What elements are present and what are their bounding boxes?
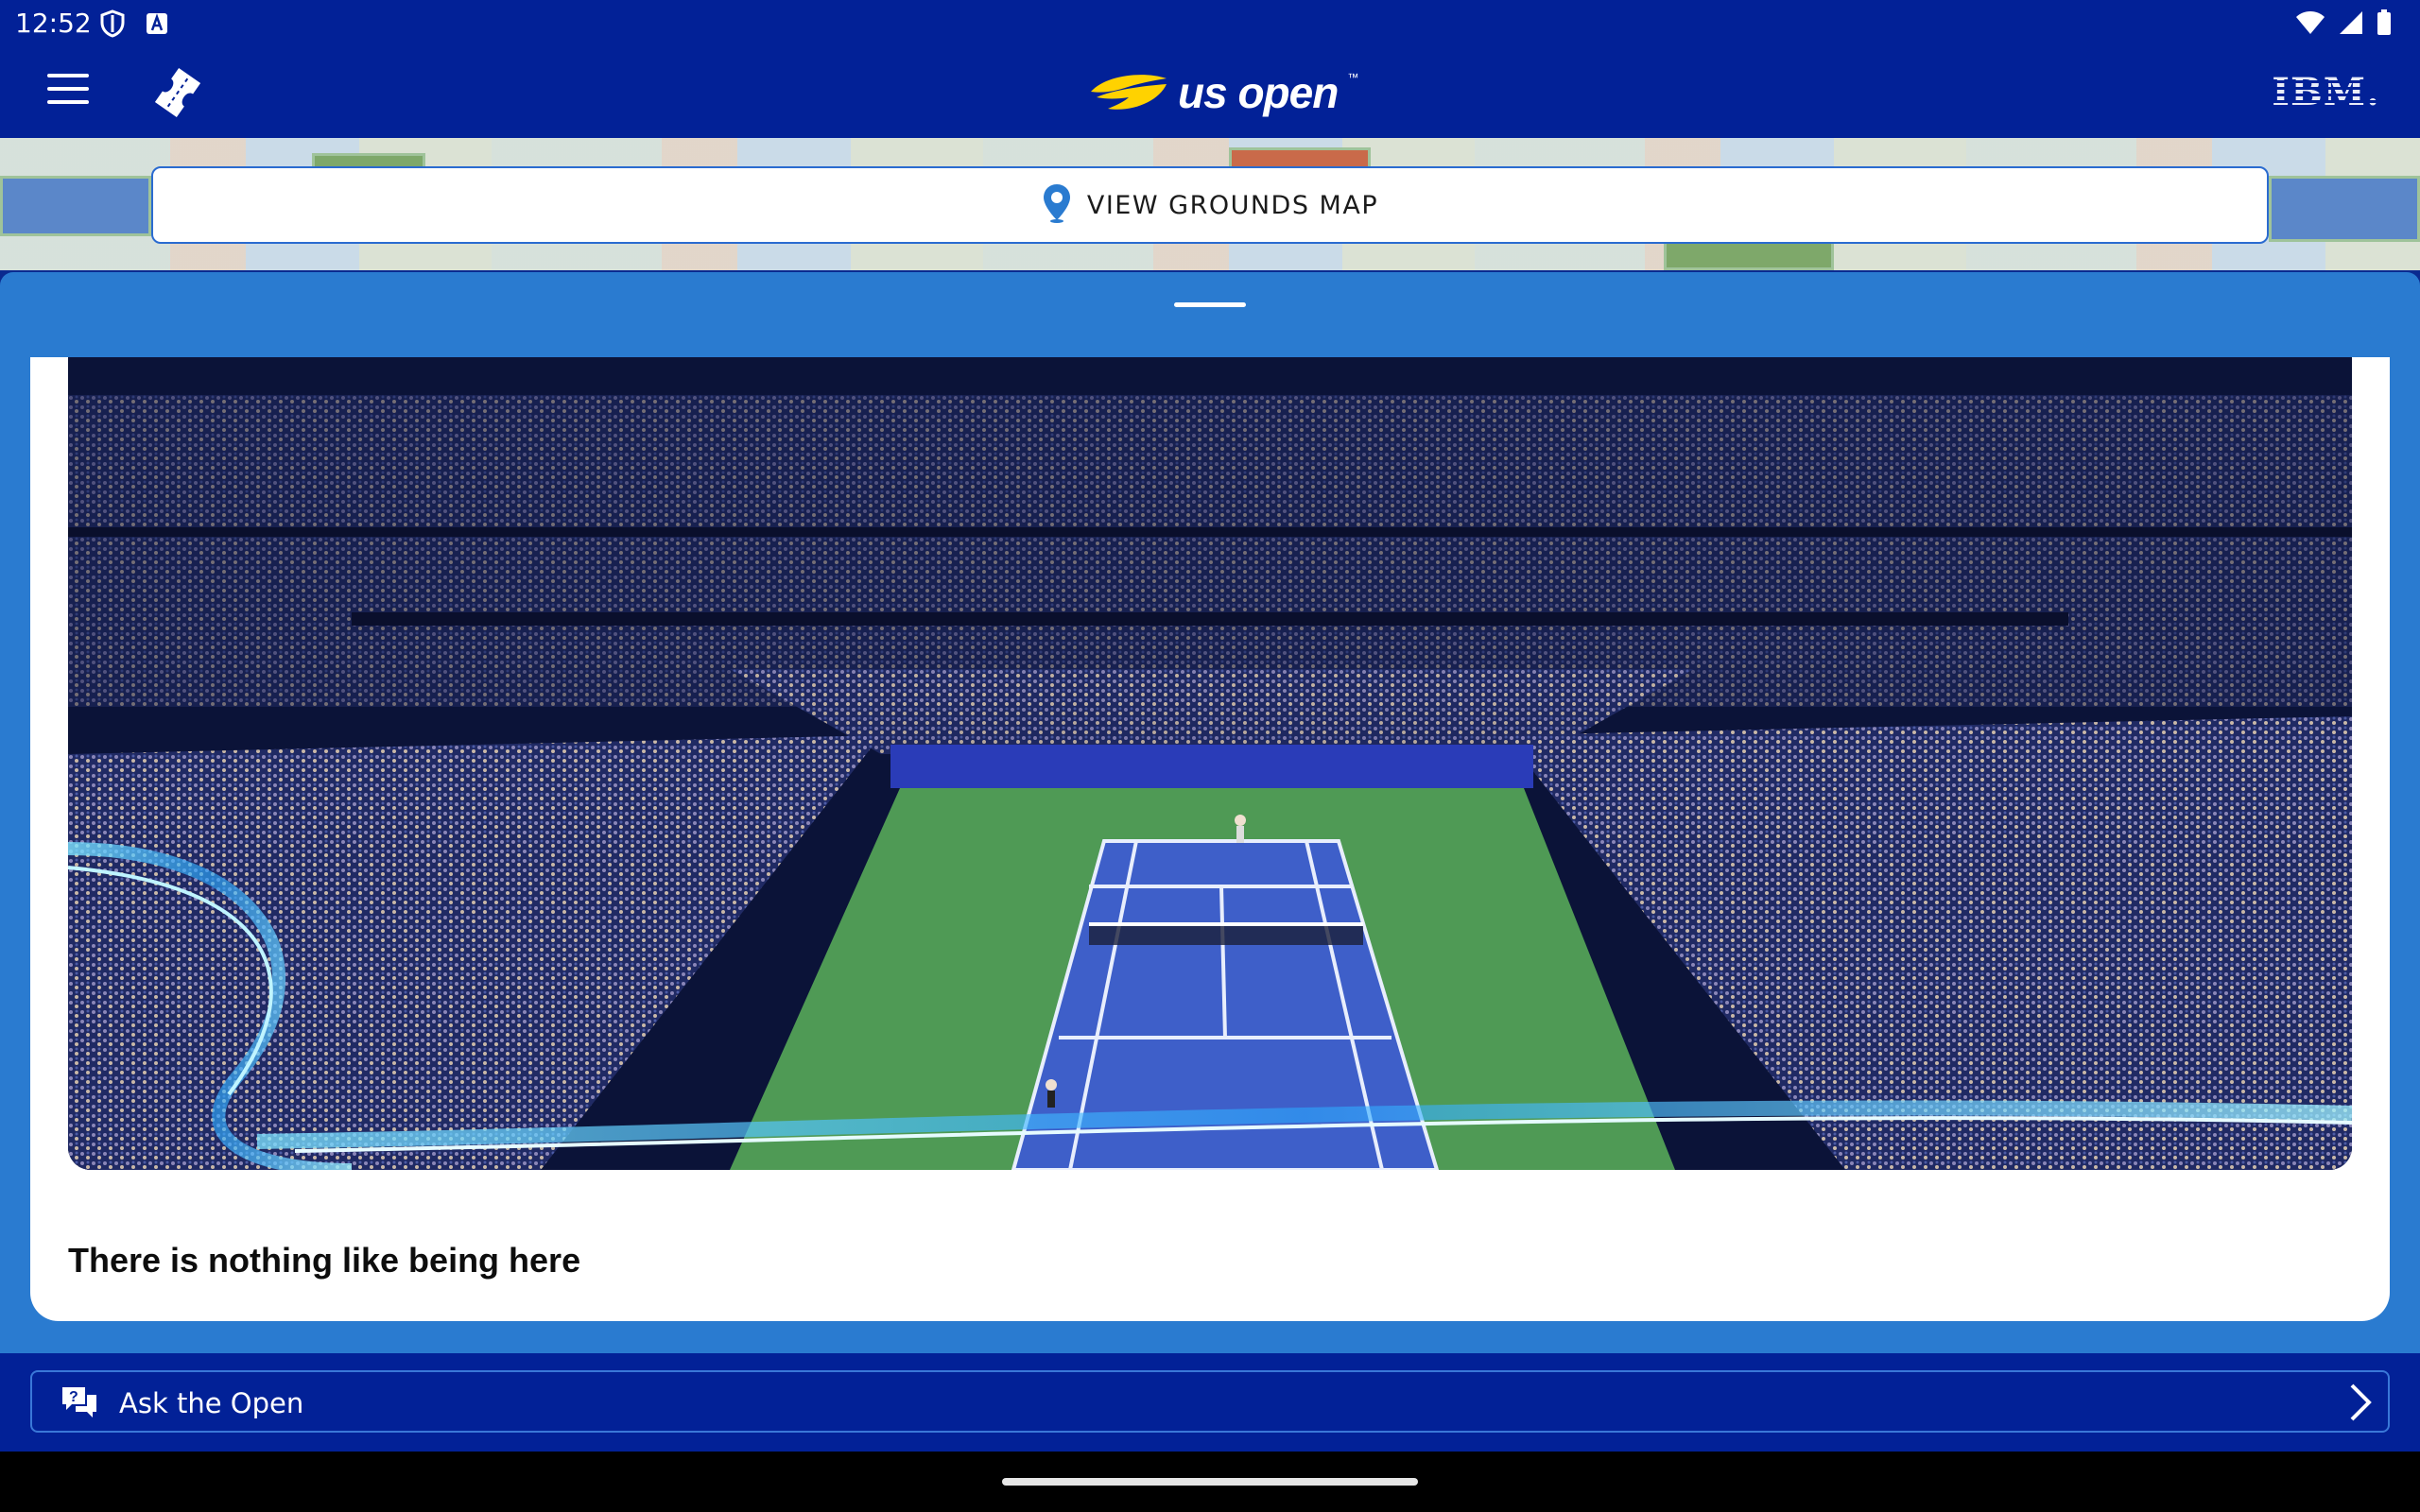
app-screen: 12:52 us open ™ IBM. VIEW GROUNDS MAP Th…	[0, 0, 2420, 1512]
ask-the-open-label: Ask the Open	[119, 1387, 304, 1419]
tennis-ball-swoosh-icon	[1091, 75, 1167, 110]
map-court	[2269, 176, 2420, 242]
status-bar: 12:52	[0, 0, 2420, 49]
home-indicator[interactable]	[1002, 1478, 1418, 1486]
shield-icon	[100, 9, 125, 43]
us-open-logo: us open ™	[1087, 62, 1358, 123]
status-right-icons	[2295, 9, 2392, 41]
svg-text:?: ?	[69, 1389, 78, 1405]
system-nav-bar	[0, 1452, 2420, 1512]
app-bar: us open ™ IBM.	[0, 49, 2420, 138]
ibm-logo[interactable]: IBM.	[2272, 70, 2380, 114]
ask-area: ? Ask the Open	[0, 1353, 2420, 1452]
stadium-hero-image	[68, 357, 2352, 1170]
view-grounds-map-label: VIEW GROUNDS MAP	[1086, 190, 1379, 220]
ticket-icon[interactable]	[151, 66, 208, 121]
sheet-drag-handle[interactable]	[1174, 302, 1246, 307]
battery-icon	[2377, 9, 2392, 41]
cell-signal-icon	[2339, 9, 2363, 41]
hamburger-menu-icon[interactable]	[47, 74, 89, 112]
chat-question-icon: ?	[60, 1383, 98, 1426]
content-sheet: There is nothing like being here	[0, 272, 2420, 1353]
view-grounds-map-button[interactable]: VIEW GROUNDS MAP	[151, 166, 2269, 244]
map-pin-icon	[1042, 182, 1072, 229]
status-left-icons	[100, 9, 168, 43]
status-time: 12:52	[15, 8, 92, 39]
map-court	[0, 176, 151, 236]
card-title: There is nothing like being here	[68, 1241, 581, 1280]
logo-text: us open	[1178, 68, 1339, 117]
wifi-icon	[2295, 9, 2325, 41]
chevron-right-icon	[2346, 1382, 2375, 1428]
a-icon	[146, 12, 168, 40]
logo-trademark: ™	[1347, 71, 1359, 84]
feature-card[interactable]: There is nothing like being here	[30, 357, 2390, 1321]
ask-the-open-button[interactable]: ? Ask the Open	[30, 1370, 2390, 1433]
